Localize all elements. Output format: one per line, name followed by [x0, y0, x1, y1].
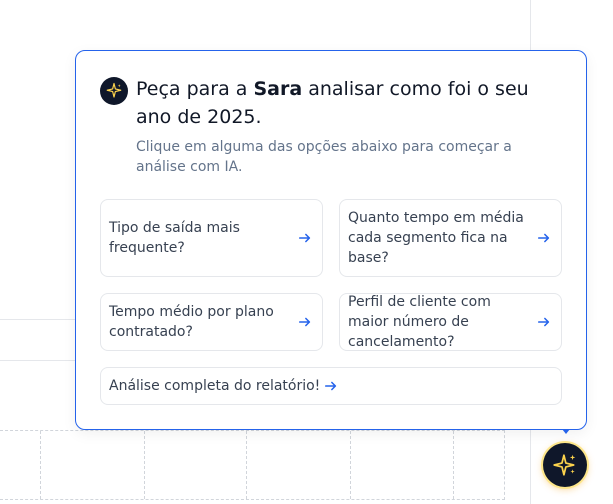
popover-title: Peça para a Sara analisar como foi o seu…: [136, 75, 564, 131]
arrow-right-icon: [537, 317, 550, 327]
grid-line: [350, 431, 352, 499]
option-tempo-segmento[interactable]: Quanto tempo em média cada segmento fica…: [339, 199, 562, 277]
option-tipo-saida[interactable]: Tipo de saída mais frequente?: [100, 199, 323, 277]
grid-line: [144, 431, 146, 499]
popover-subtitle: Clique em alguma das opções abaixo para …: [136, 139, 512, 175]
ai-assistant-button[interactable]: [543, 443, 587, 487]
option-perfil-cancelamento[interactable]: Perfil de cliente com maior número de ca…: [339, 293, 562, 351]
title-prefix: Peça para a: [136, 78, 254, 100]
header-text: Peça para a Sara analisar como foi o seu…: [136, 75, 564, 177]
option-label: Perfil de cliente com maior número de ca…: [348, 294, 491, 350]
sparkles-icon: [100, 77, 128, 105]
grid-line: [40, 431, 42, 499]
arrow-right-icon: [537, 233, 550, 243]
background-chart-grid: [0, 430, 505, 500]
assistant-name: Sara: [253, 78, 303, 100]
option-analise-completa[interactable]: Análise completa do relatório!: [100, 367, 562, 405]
option-label: Tempo médio por plano contratado?: [109, 304, 274, 340]
grid-line: [246, 431, 248, 499]
popover-pointer: [562, 429, 570, 434]
arrow-right-icon: [298, 233, 311, 243]
background-row: [0, 319, 80, 361]
page: Peça para a Sara analisar como foi o seu…: [0, 0, 613, 504]
sparkles-icon: [553, 454, 576, 476]
grid-line: [453, 431, 455, 499]
ai-assistant-popover: Peça para a Sara analisar como foi o seu…: [75, 50, 587, 434]
option-tempo-plano[interactable]: Tempo médio por plano contratado?: [100, 293, 323, 351]
popover-header: Peça para a Sara analisar como foi o seu…: [100, 75, 564, 177]
arrow-right-icon: [325, 381, 337, 391]
arrow-right-icon: [298, 317, 311, 327]
option-label: Análise completa do relatório!: [109, 378, 321, 394]
option-label: Tipo de saída mais frequente?: [109, 220, 240, 256]
option-label: Quanto tempo em média cada segmento fica…: [348, 210, 524, 266]
